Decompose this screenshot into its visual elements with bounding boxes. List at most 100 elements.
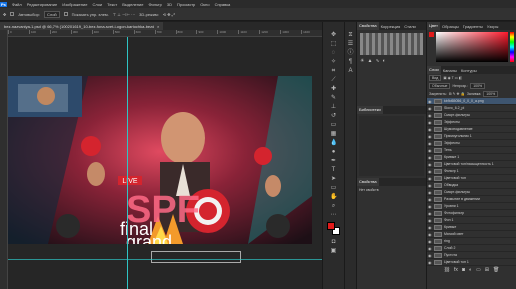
auto-select-checkbox[interactable] [10,12,15,16]
canvas-image[interactable]: LIVE SPF grand [8,76,312,244]
levels-icon[interactable]: ▲ [367,58,372,64]
filter-icons[interactable]: ▣ ◉ T ▭ ◧ [443,76,462,80]
eye-icon[interactable]: ◉ [428,120,432,124]
quick-mask-icon[interactable]: ◘ [330,239,337,246]
menu-layers[interactable]: Слои [92,2,102,7]
menu-edit[interactable]: Редактирование [27,2,57,7]
zoom-icon[interactable]: ⌕ [330,203,337,210]
layer-select-dropdown[interactable]: Слой [43,10,60,18]
curves-icon[interactable]: ∿ [375,58,379,64]
tab-properties[interactable]: Свойства [357,22,379,30]
props-title[interactable]: Свойства [357,178,379,186]
hue-slider[interactable] [510,32,514,62]
transform-box[interactable] [151,251,241,263]
tab-patterns[interactable]: Узоры [485,24,500,29]
exposure-icon[interactable]: ◐ [383,58,386,64]
eye-icon[interactable]: ◉ [428,197,432,201]
workspace[interactable]: LIVE SPF grand final [8,37,322,289]
layer-row[interactable]: ◉ Фон 1 [427,217,516,224]
menu-help[interactable]: Справка [215,2,231,7]
brightness-icon[interactable]: ☀ [360,58,364,64]
layer-row[interactable]: ◉ Фильтр 1 [427,168,516,175]
eye-icon[interactable]: ◉ [428,225,432,229]
align-icons[interactable]: ⊤ ⊥ ⊣ ⊢ ⋯ [113,12,135,17]
history-brush-icon[interactable]: ↺ [330,113,337,120]
menu-window[interactable]: Окно [200,2,209,7]
lasso-icon[interactable]: ◌ [330,50,337,57]
ps-logo-icon[interactable]: Ps [0,1,7,7]
color-picker-field[interactable] [436,32,508,62]
tab-adjustments[interactable]: Коррекция [379,24,403,29]
trash-icon[interactable]: 🗑 [493,267,499,273]
layer-row[interactable]: ◉ Цветовой тон/насыщенность 1 [427,161,516,168]
eye-icon[interactable]: ◉ [428,148,432,152]
menu-file[interactable]: Файл [12,2,22,7]
opacity-input[interactable]: 100% [470,83,486,89]
eye-icon[interactable]: ◉ [428,253,432,257]
hand-icon[interactable]: ✋ [330,194,337,201]
layer-row[interactable]: ◉ Уровни 1 [427,203,516,210]
layer-row[interactable]: ◉ Прямоугольник 1 [427,133,516,140]
crop-icon[interactable]: ⌗ [330,68,337,75]
kind-filter-dropdown[interactable]: Вид [429,75,442,81]
tab-channels[interactable]: Каналы [441,68,459,73]
info-icon[interactable]: ⓘ [347,50,354,57]
character-icon[interactable]: A [347,68,354,75]
color-swatch-fg[interactable] [429,32,434,37]
pen-icon[interactable]: ✒ [330,158,337,165]
gradient-icon[interactable]: ▦ [330,131,337,138]
layer-row[interactable]: ◉ Фотофильтр [427,210,516,217]
tab-swatches[interactable]: Образцы [440,24,461,29]
eye-icon[interactable]: ◉ [428,260,432,264]
color-swatches[interactable] [326,222,341,236]
layer-row[interactable]: ◉ Мягкий свет [427,231,516,238]
adjust-layer-icon[interactable]: ◐ [469,267,472,273]
3d-tools-icon[interactable]: ⟲ ✥ ⤢ [163,12,175,17]
menu-filter[interactable]: Фильтр [148,2,161,7]
eye-icon[interactable]: ◉ [428,211,432,215]
mask-icon[interactable]: ◙ [462,267,465,273]
tab-layers[interactable]: Слои [427,66,441,74]
layer-row[interactable]: ◉ Смарт-фильтры [427,189,516,196]
brush-icon[interactable]: ✎ [330,95,337,102]
menu-image[interactable]: Изображение [62,2,87,7]
fx-icon[interactable]: fx [454,267,458,273]
layer-row[interactable]: ◉ kb9d65056_0_0_0_a.png [427,98,516,105]
link-icon[interactable]: ⛓ [444,267,450,273]
eye-icon[interactable]: ◉ [428,99,432,103]
layer-row[interactable]: ◉ Смарт-фильтры [427,112,516,119]
layer-row[interactable]: ◉ Обводка [427,182,516,189]
guide-vertical[interactable] [127,37,128,289]
dodge-icon[interactable]: ● [330,149,337,156]
menu-type[interactable]: Текст [107,2,117,7]
layer-row[interactable]: ◉ Пустота [427,252,516,259]
foreground-color-swatch[interactable] [326,222,335,230]
document-tab[interactable]: bez-nazvaniya-1.psd @ 66,7% (100201619_1… [0,22,164,30]
swatch-grid[interactable] [360,33,423,55]
layer-row[interactable]: ◉ Шумоподавление [427,126,516,133]
layer-row[interactable]: ◉ Тень [427,147,516,154]
eye-icon[interactable]: ◉ [428,155,432,159]
new-layer-icon[interactable]: ⊞ [485,267,489,273]
tab-paths[interactable]: Контуры [459,68,479,73]
tab-styles[interactable]: Стили [402,24,418,29]
lock-icons[interactable]: ⊞ ✎ ✥ 🔒 [449,92,465,96]
eye-icon[interactable]: ◉ [428,183,432,187]
move-tool-icon[interactable]: ✥ [3,12,6,17]
type-icon[interactable]: T [330,167,337,174]
folder-icon[interactable]: ▭ [476,267,481,273]
eye-icon[interactable]: ◉ [428,106,432,110]
marquee-icon[interactable]: ⬚ [330,41,337,48]
layer-row[interactable]: ◉ Размытие в движении [427,196,516,203]
eyedropper-icon[interactable]: ⟋ [330,77,337,84]
layer-row[interactable]: ◉ Цветовой тон 1 [427,259,516,266]
eye-icon[interactable]: ◉ [428,176,432,180]
paragraph-icon[interactable]: ¶ [347,59,354,66]
layer-row[interactable]: ◉ Эффекты [427,140,516,147]
move-icon[interactable]: ✥ [330,32,337,39]
layer-row[interactable]: ◉ Кривые 1 [427,154,516,161]
eraser-icon[interactable]: ▭ [330,122,337,129]
screen-mode-icon[interactable]: ▣ [330,248,337,255]
layer-row[interactable]: ◉ Slovo_6.2_pl [427,105,516,112]
menu-3d[interactable]: 3D [167,2,172,7]
